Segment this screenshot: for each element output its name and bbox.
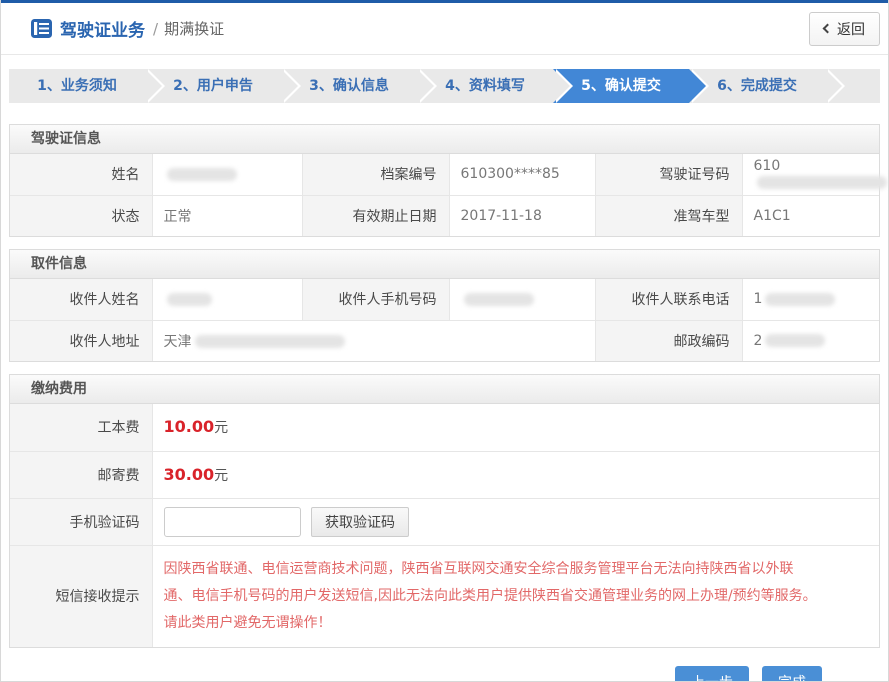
previous-step-button[interactable]: 上一步 [675,666,749,682]
sms-notice-text: 因陕西省联通、电信运营商技术问题，陕西省互联网交通安全综合服务管理平台无法向持陕… [152,545,879,647]
sms-code-input[interactable] [164,507,301,537]
table-row: 收件人姓名 收件人手机号码 收件人联系电话 1 [10,279,879,320]
redacted-blur [464,293,534,306]
payment-section-title: 缴纳费用 [10,375,879,404]
breadcrumb: 驾驶证业务 / 期满换证 [31,16,224,41]
fee-unit: 元 [214,420,228,436]
finish-button[interactable]: 完成 [762,666,822,682]
redacted-blur [757,176,887,189]
vehicle-class-value: A1C1 [742,195,879,236]
step-label: 1、业务须知 [37,78,117,94]
recipient-address-value: 天津 [152,320,595,361]
step-1-business-notice: 1、业务须知 [9,69,145,103]
page-title: 驾驶证业务 [60,16,145,41]
recipient-mobile-value [449,279,595,320]
name-label: 姓名 [10,154,152,195]
back-button-label: 返回 [837,19,865,39]
production-fee-label: 工本费 [10,404,152,451]
license-info-section-title: 驾驶证信息 [10,125,879,154]
step-label: 6、完成提交 [717,78,797,94]
license-info-table: 姓名 档案编号 610300****85 驾驶证号码 610 状态 正常 有效期… [10,154,879,236]
postal-code-value: 2 [742,320,879,361]
file-no-value: 610300****85 [449,154,595,195]
page-header: 驾驶证业务 / 期满换证 返回 [1,3,888,55]
pickup-info-table: 收件人姓名 收件人手机号码 收件人联系电话 1 收件人地址 天津 邮政编码 2 [10,279,879,361]
step-2-user-declaration: 2、用户申告 [145,69,281,103]
sms-notice-label: 短信接收提示 [10,545,152,647]
production-fee-value: 10.00元 [152,404,879,451]
step-3-confirm-info: 3、确认信息 [281,69,417,103]
get-sms-code-button[interactable]: 获取验证码 [311,507,409,537]
page: 驾驶证业务 / 期满换证 返回 1、业务须知 2、用户申告 3、确认信息 4、资… [0,0,889,682]
step-4-fill-data: 4、资料填写 [417,69,553,103]
step-label: 4、资料填写 [445,78,525,94]
redacted-blur [765,334,825,347]
sms-code-label: 手机验证码 [10,498,152,545]
step-label: 5、确认提交 [581,78,661,94]
table-row: 工本费 10.00元 [10,404,879,451]
redacted-blur [195,335,345,348]
table-row: 状态 正常 有效期止日期 2017-11-18 准驾车型 A1C1 [10,195,879,236]
license-no-value: 610 [742,154,879,195]
payment-section: 缴纳费用 工本费 10.00元 邮寄费 30.00元 手机验证码 获取验证码 [9,374,880,648]
status-value: 正常 [152,195,302,236]
valid-until-value: 2017-11-18 [449,195,595,236]
footer-actions: 上一步 完成 [1,666,888,682]
license-menu-icon [31,19,52,38]
table-row: 姓名 档案编号 610300****85 驾驶证号码 610 [10,154,879,195]
back-button[interactable]: 返回 [809,12,880,46]
recipient-address-label: 收件人地址 [10,320,152,361]
step-label: 3、确认信息 [309,78,389,94]
license-no-label: 驾驶证号码 [595,154,742,195]
recipient-name-value [152,279,302,320]
redacted-blur [765,293,835,306]
step-5-confirm-submit: 5、确认提交 [553,69,689,103]
table-row: 短信接收提示 因陕西省联通、电信运营商技术问题，陕西省互联网交通安全综合服务管理… [10,545,879,647]
wizard-steps: 1、业务须知 2、用户申告 3、确认信息 4、资料填写 5、确认提交 6、完成提… [9,69,880,103]
step-6-complete-submit: 6、完成提交 [689,69,825,103]
recipient-phone-label: 收件人联系电话 [595,279,742,320]
redacted-blur [167,293,212,306]
status-label: 状态 [10,195,152,236]
name-value [152,154,302,195]
file-no-label: 档案编号 [302,154,449,195]
sms-code-cell: 获取验证码 [152,498,879,545]
mailing-fee-value: 30.00元 [152,451,879,498]
payment-table: 工本费 10.00元 邮寄费 30.00元 手机验证码 获取验证码 短信接收提 [10,404,879,647]
fee-unit: 元 [214,468,228,484]
license-info-section: 驾驶证信息 姓名 档案编号 610300****85 驾驶证号码 610 状态 … [9,124,880,237]
table-row: 邮寄费 30.00元 [10,451,879,498]
fee-amount: 10.00 [164,417,215,436]
redacted-blur [167,168,237,181]
pickup-info-section: 取件信息 收件人姓名 收件人手机号码 收件人联系电话 1 收件人地址 天津 邮政… [9,249,880,362]
breadcrumb-separator: / [153,20,158,38]
mailing-fee-label: 邮寄费 [10,451,152,498]
recipient-mobile-label: 收件人手机号码 [302,279,449,320]
recipient-phone-value: 1 [742,279,879,320]
pickup-info-section-title: 取件信息 [10,250,879,279]
step-label: 2、用户申告 [173,78,253,94]
recipient-name-label: 收件人姓名 [10,279,152,320]
table-row: 手机验证码 获取验证码 [10,498,879,545]
valid-until-label: 有效期止日期 [302,195,449,236]
fee-amount: 30.00 [164,465,215,484]
vehicle-class-label: 准驾车型 [595,195,742,236]
page-subtitle: 期满换证 [164,18,224,39]
table-row: 收件人地址 天津 邮政编码 2 [10,320,879,361]
chevron-left-icon [823,24,833,34]
postal-code-label: 邮政编码 [595,320,742,361]
